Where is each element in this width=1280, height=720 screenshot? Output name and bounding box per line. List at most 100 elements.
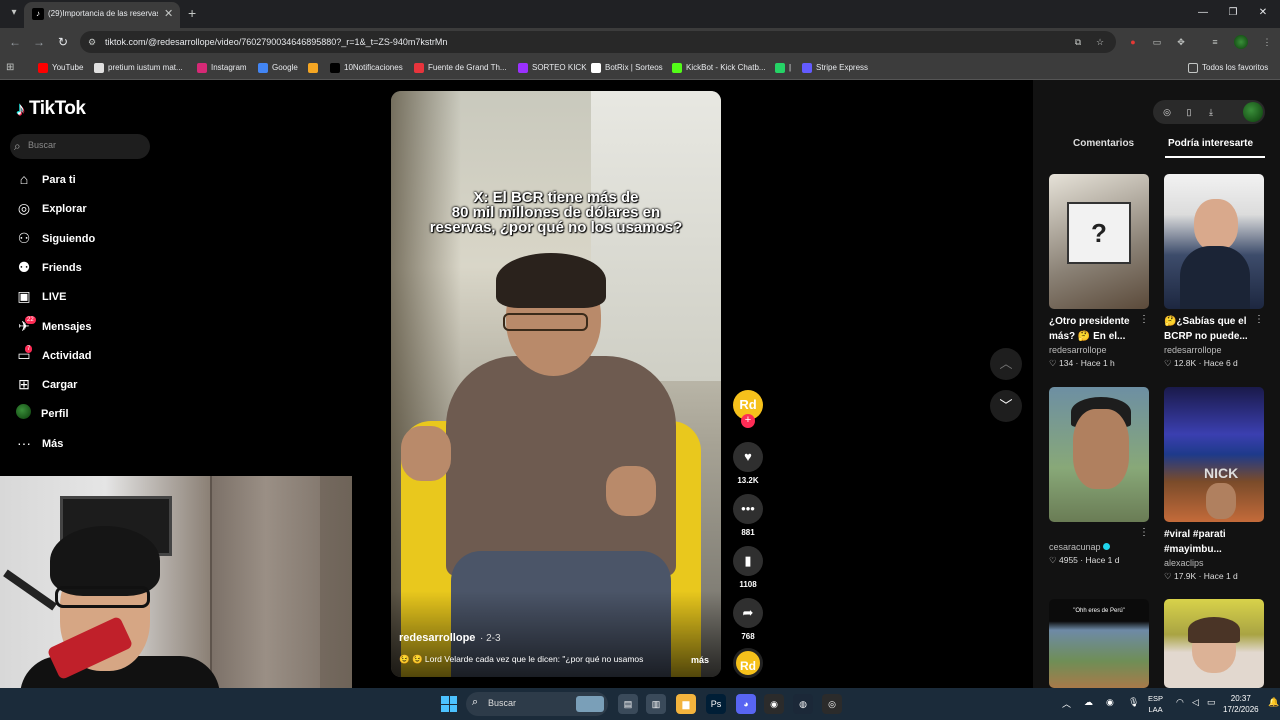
profile-avatar[interactable]: [1234, 35, 1248, 49]
sidebar-item-explorar[interactable]: ◎ Explorar: [16, 198, 156, 220]
sidebar-item-perfil[interactable]: Perfil: [16, 403, 156, 425]
video-thumbnail[interactable]: [1049, 387, 1149, 522]
reload-icon[interactable]: ↻: [56, 35, 70, 49]
search-input[interactable]: [28, 140, 143, 150]
extensions-puzzle-icon[interactable]: ✥: [1174, 35, 1188, 49]
minimize-button[interactable]: —: [1188, 4, 1218, 22]
browser-tab-active[interactable]: ♪ (29)Importancia de las reservas ✕: [24, 2, 180, 28]
phone-icon[interactable]: ▯: [1183, 106, 1195, 118]
restore-button[interactable]: ❐: [1218, 4, 1248, 22]
search-box[interactable]: ⌕: [10, 134, 150, 159]
comment-icon[interactable]: •••: [733, 494, 763, 524]
video-card[interactable]: [1164, 599, 1264, 688]
video-thumbnail[interactable]: [1164, 599, 1264, 688]
bookmark-kickbot[interactable]: KickBot - Kick Chatb...: [672, 62, 766, 74]
sidebar-item-más[interactable]: ··· Más: [16, 433, 156, 455]
bookmark-star-icon[interactable]: ☆: [1094, 36, 1106, 48]
video-card[interactable]: "Ohh eres de Perú": [1049, 599, 1149, 688]
microphone-icon[interactable]: 🎙: [1128, 697, 1139, 708]
system-clock[interactable]: 20:37 17/2/2026: [1223, 693, 1259, 715]
card-user[interactable]: redesarrollope: [1049, 345, 1149, 355]
volume-icon[interactable]: ◁: [1192, 697, 1199, 708]
wifi-icon[interactable]: ◠: [1176, 697, 1184, 708]
video-card[interactable]: NICK #viral #parati #mayimbu... alexacli…: [1164, 387, 1264, 582]
sidebar-item-mensajes[interactable]: ✈ 22 Mensajes: [16, 315, 156, 338]
file-explorer-icon[interactable]: ▤: [618, 694, 638, 714]
tab-comments[interactable]: Comentarios: [1073, 138, 1134, 149]
tray-app-icon[interactable]: ◉: [1106, 697, 1114, 708]
chrome-icon[interactable]: ◉: [764, 694, 784, 714]
share-icon[interactable]: ➦: [733, 598, 763, 628]
share-action[interactable]: ➦ 768: [733, 598, 763, 641]
video-thumbnail[interactable]: [1164, 174, 1264, 309]
sound-disc[interactable]: Rd: [733, 648, 763, 678]
address-bar[interactable]: ⚙ tiktok.com/@redesarrollope/video/76027…: [80, 31, 1116, 53]
sidebar-item-live[interactable]: ▣ LIVE: [16, 286, 156, 308]
notification-bell-icon[interactable]: 🔔: [1268, 697, 1279, 708]
bookmark-instagram[interactable]: Instagram: [197, 62, 247, 74]
card-menu-icon[interactable]: ⋮: [1254, 314, 1264, 325]
back-icon[interactable]: ←: [8, 35, 22, 49]
video-card[interactable]: 🤔¿Sabías que el BCRP no puede... redesar…: [1164, 174, 1264, 369]
steam-icon[interactable]: ◍: [793, 694, 813, 714]
video-thumbnail[interactable]: NICK: [1164, 387, 1264, 522]
task-view-icon[interactable]: ▥: [646, 694, 666, 714]
extension-icon[interactable]: ●: [1126, 35, 1140, 49]
profile-avatar[interactable]: [1243, 102, 1263, 122]
windows-start-icon[interactable]: [441, 696, 457, 712]
compass-icon[interactable]: ◎: [1161, 106, 1173, 118]
sidebar-item-para-ti[interactable]: ⌂ Para ti: [16, 169, 156, 191]
bookmark-x[interactable]: 10Notificaciones: [330, 62, 403, 74]
like-action[interactable]: ♥ 13.2K: [733, 442, 763, 485]
bookmark-fuente[interactable]: Fuente de Grand Th...: [414, 62, 507, 74]
follow-plus-icon[interactable]: +: [741, 414, 755, 428]
sidebar-item-cargar[interactable]: ⊞ Cargar: [16, 374, 156, 396]
bookmark-pretium[interactable]: pretium iustum mat...: [94, 62, 183, 74]
photoshop-icon[interactable]: Ps: [706, 694, 726, 714]
install-app-icon[interactable]: ⧉: [1072, 36, 1084, 48]
all-bookmarks-button[interactable]: Todos los favoritos: [1188, 62, 1268, 74]
chevron-up-icon[interactable]: ︿: [990, 348, 1022, 380]
tray-app-icon[interactable]: ☁: [1084, 697, 1093, 708]
tab-close-icon[interactable]: ✕: [164, 7, 173, 20]
extension-icon[interactable]: ▭: [1150, 35, 1164, 49]
folder-icon[interactable]: ▆: [676, 694, 696, 714]
bookmark-google[interactable]: Google: [258, 62, 298, 74]
bookmark-youtube[interactable]: YouTube: [38, 62, 83, 74]
video-author[interactable]: redesarrollope: [399, 632, 475, 644]
new-tab-button[interactable]: +: [188, 5, 196, 21]
apps-grid-icon[interactable]: ⊞: [6, 62, 14, 73]
heart-icon[interactable]: ♥: [733, 442, 763, 472]
save-action[interactable]: ▮ 1108: [733, 546, 763, 589]
bookmark-stripe[interactable]: Stripe Express: [802, 62, 868, 74]
bookmark-misc[interactable]: [308, 62, 322, 74]
bookmark-whatsapp[interactable]: |: [775, 62, 791, 74]
bookmark-sorteo-kick[interactable]: SORTEO KICK: [518, 62, 587, 74]
menu-kebab-icon[interactable]: ⋮: [1260, 35, 1274, 49]
bookmark-icon[interactable]: ▮: [733, 546, 763, 576]
card-menu-icon[interactable]: ⋮: [1139, 527, 1149, 538]
site-info-icon[interactable]: ⚙: [88, 36, 100, 48]
video-thumbnail[interactable]: ?: [1049, 174, 1149, 309]
tab-may-interest[interactable]: Podría interesarte: [1168, 138, 1253, 149]
card-menu-icon[interactable]: ⋮: [1139, 314, 1149, 325]
url-text[interactable]: tiktok.com/@redesarrollope/video/7602790…: [105, 36, 447, 48]
video-card[interactable]: cesaracunap ♡ 4955 · Hace 1 d ⋮: [1049, 387, 1149, 566]
card-user[interactable]: alexaclips: [1164, 558, 1264, 568]
more-link[interactable]: más: [691, 655, 709, 665]
tray-overflow-icon[interactable]: ︿: [1062, 697, 1071, 710]
reading-list-icon[interactable]: ≡: [1208, 35, 1222, 49]
video-card[interactable]: ? ¿Otro presidente más? 🤔 En el... redes…: [1049, 174, 1149, 369]
input-language[interactable]: ESP LAA: [1148, 693, 1163, 715]
taskbar-search[interactable]: ⌕ Buscar: [466, 692, 608, 716]
forward-icon[interactable]: →: [32, 35, 46, 49]
sidebar-item-actividad[interactable]: ▭ 7 Actividad: [16, 344, 156, 367]
chevron-down-icon[interactable]: ﹀: [990, 390, 1022, 422]
obs-icon[interactable]: ◎: [822, 694, 842, 714]
bookmark-botrix[interactable]: BotRix | Sorteos: [591, 62, 663, 74]
video-thumbnail[interactable]: "Ohh eres de Perú": [1049, 599, 1149, 688]
close-window-button[interactable]: ✕: [1248, 4, 1278, 22]
sidebar-item-friends[interactable]: ⚉ Friends: [16, 257, 156, 279]
card-user[interactable]: cesaracunap: [1049, 542, 1149, 552]
tab-search-icon[interactable]: ▾: [6, 5, 22, 21]
